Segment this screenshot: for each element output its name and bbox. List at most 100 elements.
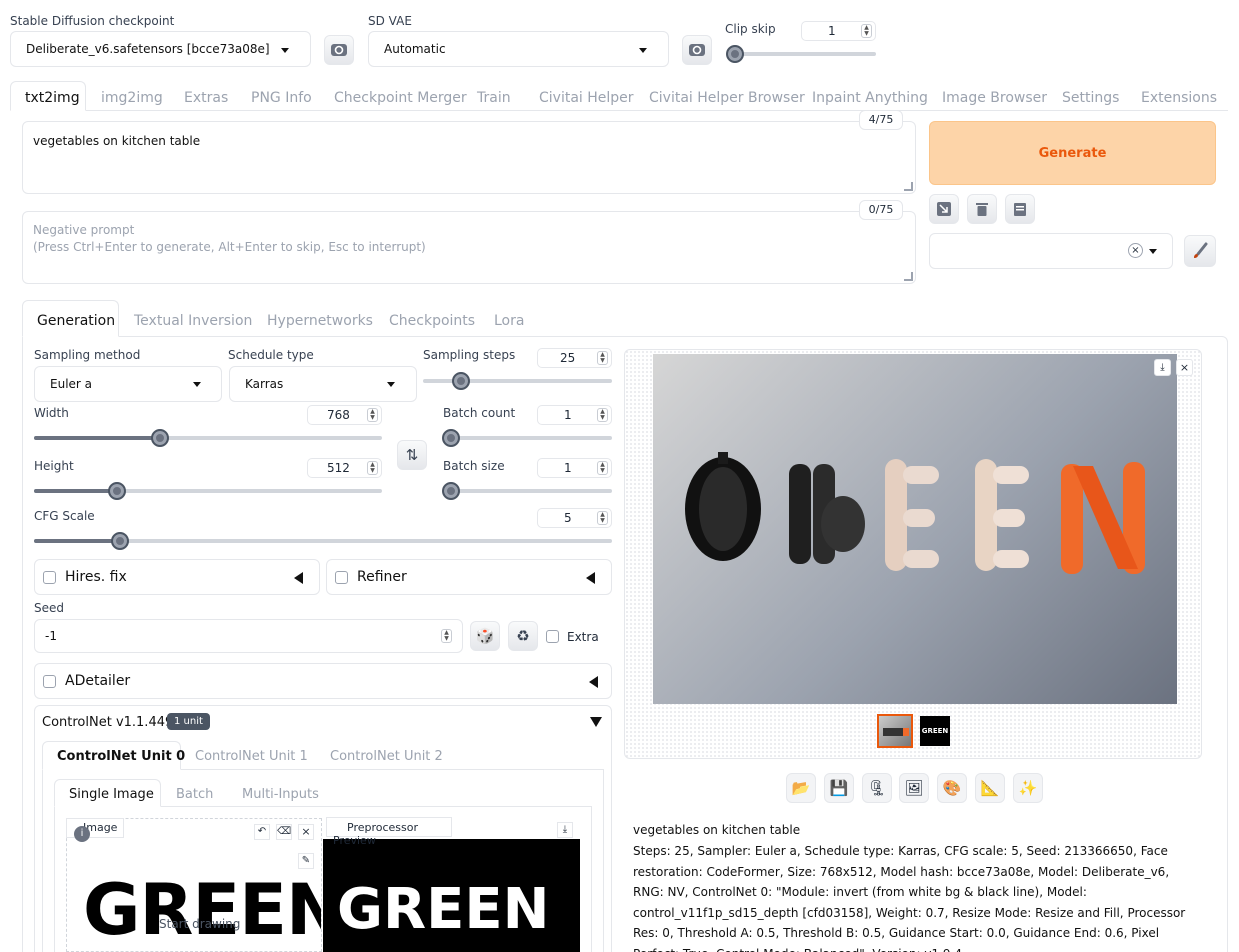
sampling-steps-input[interactable]: 25 ▲ ▼ [537,348,612,368]
schedule-type-dropdown[interactable]: Karras [229,366,417,402]
slider-thumb[interactable] [442,429,460,447]
brush-icon[interactable]: ✎ [298,853,314,869]
prompt-textarea[interactable]: vegetables on kitchen table [22,121,916,194]
tab-img2img[interactable]: img2img [101,90,163,106]
thumbnail-2[interactable]: GREEN [920,716,950,746]
sampling-steps-slider[interactable] [423,372,612,390]
slider-thumb[interactable] [108,482,126,500]
tab-generation[interactable]: Generation [37,313,115,329]
tab-txt2img[interactable]: txt2img [25,90,80,106]
stepper-icon[interactable]: ▲ ▼ [441,629,452,643]
eraser-icon[interactable]: ⌫ [276,824,292,840]
tab-checkpoint-merger[interactable]: Checkpoint Merger [334,90,467,106]
tab-multi-inputs[interactable]: Multi-Inputs [242,787,319,802]
batch-size-slider[interactable] [442,482,612,500]
width-input[interactable]: 768 ▲ ▼ [307,405,382,425]
batch-count-input[interactable]: 1 ▲ ▼ [537,405,612,425]
tab-civitai-helper[interactable]: Civitai Helper [539,90,634,106]
tab-settings[interactable]: Settings [1062,90,1119,106]
collapse-triangle-icon[interactable] [590,717,602,727]
extra-checkbox[interactable] [546,630,559,643]
hires-fix-accordion[interactable]: Hires. fix [34,559,320,595]
download-image-icon[interactable]: ⤓ [1154,359,1171,376]
sampling-method-dropdown[interactable]: Euler a [34,366,222,402]
negative-prompt-textarea[interactable]: Negative prompt (Press Ctrl+Enter to gen… [22,211,916,284]
stepper-icon[interactable]: ▲ ▼ [597,351,608,365]
stepper-icon[interactable]: ▲ ▼ [367,461,378,475]
width-slider[interactable] [34,429,382,447]
batch-size-input[interactable]: 1 ▲ ▼ [537,458,612,478]
random-seed-button[interactable]: 🎲 [470,621,500,651]
swap-dimensions-button[interactable]: ⇅ [397,440,427,470]
palette-icon: 🎨 [942,779,962,797]
tab-civitai-helper-browser[interactable]: Civitai Helper Browser [649,90,805,106]
tab-controlnet-unit-2[interactable]: ControlNet Unit 2 [330,749,443,764]
tab-single-image[interactable]: Single Image [69,787,154,802]
paste-params-button[interactable] [929,194,959,224]
tab-extras[interactable]: Extras [184,90,228,106]
tab-lora[interactable]: Lora [494,313,524,329]
refresh-checkpoint-button[interactable] [324,35,354,65]
slider-thumb[interactable] [111,532,129,550]
send-to-extras-button[interactable]: 📐 [975,773,1005,803]
stepper-icon[interactable]: ▲ ▼ [597,461,608,475]
seed-input[interactable]: -1 ▲ ▼ [34,619,463,653]
send-to-inpaint-button[interactable]: 🎨 [937,773,967,803]
tab-batch[interactable]: Batch [176,787,213,802]
clear-prompt-button[interactable] [967,194,997,224]
generate-button[interactable]: Generate [929,121,1216,185]
tab-controlnet-unit-0[interactable]: ControlNet Unit 0 [57,749,185,764]
batch-count-slider[interactable] [442,429,612,447]
tab-image-browser[interactable]: Image Browser [942,90,1047,106]
resize-handle-icon[interactable] [904,182,913,191]
styles-dropdown[interactable]: × [929,233,1173,269]
refiner-accordion[interactable]: Refiner [326,559,612,595]
thumbnail-1[interactable] [877,714,913,748]
vae-dropdown[interactable]: Automatic [368,31,669,67]
clear-icon[interactable]: × [1128,243,1143,258]
tab-hypernetworks[interactable]: Hypernetworks [267,313,373,329]
edit-styles-button[interactable] [1184,235,1216,267]
cfg-scale-slider[interactable] [34,532,612,550]
cfg-scale-input[interactable]: 5 ▲ ▼ [537,508,612,528]
slider-thumb[interactable] [726,45,744,63]
stepper-icon[interactable]: ▲ ▼ [367,408,378,422]
slider-thumb[interactable] [452,372,470,390]
refresh-vae-button[interactable] [682,35,712,65]
upscale-button[interactable]: ✨ [1013,773,1043,803]
stepper-icon[interactable]: ▲ ▼ [861,24,872,38]
tab-checkpoints[interactable]: Checkpoints [389,313,475,329]
stepper-icon[interactable]: ▲ ▼ [597,511,608,525]
zip-button[interactable]: 🗜 [862,773,892,803]
tab-controlnet-unit-1[interactable]: ControlNet Unit 1 [195,749,308,764]
slider-thumb[interactable] [151,429,169,447]
resize-handle-icon[interactable] [904,272,913,281]
hires-fix-label: Hires. fix [65,569,127,585]
output-main-image[interactable] [653,354,1177,704]
checkpoint-dropdown[interactable]: Deliberate_v6.safetensors [bcce73a08e] [10,31,311,67]
tab-train[interactable]: Train [477,90,511,106]
height-input[interactable]: 512 ▲ ▼ [307,458,382,478]
styles-button[interactable] [1005,194,1035,224]
open-folder-button[interactable]: 📂 [786,773,816,803]
adetailer-accordion[interactable]: ADetailer [34,663,612,699]
reuse-seed-button[interactable]: ♻ [508,621,538,651]
refiner-checkbox[interactable] [335,571,348,584]
tab-extensions[interactable]: Extensions [1141,90,1217,106]
adetailer-checkbox[interactable] [43,675,56,688]
slider-thumb[interactable] [442,482,460,500]
undo-icon[interactable]: ↶ [254,824,270,840]
height-slider[interactable] [34,482,382,500]
stepper-icon[interactable]: ▲ ▼ [597,408,608,422]
send-to-img2img-button[interactable]: 🖼 [899,773,929,803]
close-icon[interactable]: × [298,824,314,840]
clip-skip-slider[interactable] [726,45,876,63]
tab-inpaint-anything[interactable]: Inpaint Anything [812,90,928,106]
download-icon[interactable]: ⤓ [557,822,573,838]
tab-textual-inversion[interactable]: Textual Inversion [134,313,252,329]
close-image-icon[interactable]: × [1176,359,1193,376]
clip-skip-input[interactable]: 1 ▲ ▼ [801,21,876,41]
save-button[interactable]: 💾 [824,773,854,803]
hires-fix-checkbox[interactable] [43,571,56,584]
tab-png-info[interactable]: PNG Info [251,90,312,106]
